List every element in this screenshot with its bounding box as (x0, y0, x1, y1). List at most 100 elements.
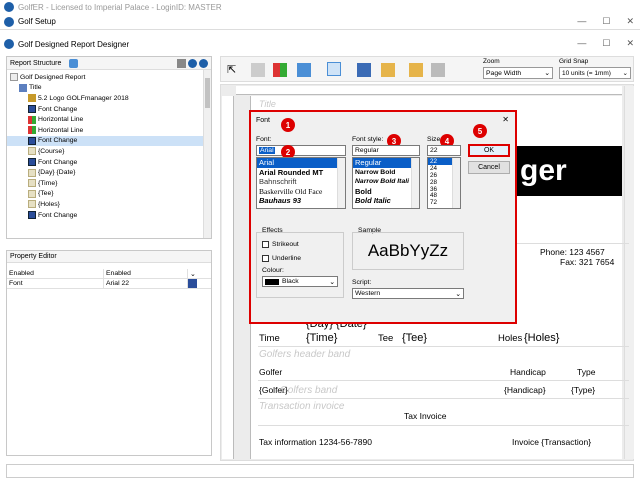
close-button[interactable]: ✕ (626, 16, 634, 27)
tree-item[interactable]: Horizontal Line (7, 125, 211, 136)
time-field: {Time} (306, 332, 338, 344)
property-editor-panel: Property Editor Enabled Enabled ⌄ Font A… (6, 250, 212, 456)
tree-item[interactable]: {Tee} (7, 189, 211, 200)
tree-item[interactable]: Golf Designed Report (7, 72, 211, 83)
style-option[interactable]: Narrow Bold Itali (353, 177, 419, 187)
font-label: Font: (256, 136, 272, 143)
underline-label: Underline (272, 255, 302, 262)
tree-item-label: {Time} (38, 179, 58, 187)
type-field: {Type} (571, 385, 596, 395)
font-option[interactable]: Bauhaus 93 (257, 196, 345, 206)
size-list-scrollbar[interactable] (452, 158, 460, 208)
add-item-icon[interactable] (69, 58, 79, 68)
tree-item[interactable]: Title (7, 83, 211, 94)
strikeout-checkbox[interactable]: Strikeout (262, 241, 299, 248)
minimize-button[interactable]: — (577, 38, 586, 48)
image-icon (28, 94, 36, 103)
font-option[interactable]: Bahnschrift (257, 177, 345, 187)
tree-item-label: Font Change (38, 158, 78, 166)
style-option[interactable]: Bold Italic (353, 196, 419, 206)
style-option[interactable]: Bold (353, 187, 419, 197)
report-icon (10, 73, 18, 82)
font-picker-icon[interactable] (187, 279, 197, 288)
font-change-icon (28, 105, 36, 114)
property-value[interactable]: Arial 22 (103, 279, 187, 288)
tree-item[interactable]: Font Change (7, 210, 211, 221)
search-icon[interactable] (431, 63, 445, 77)
cancel-button[interactable]: Cancel (468, 161, 510, 174)
style-option[interactable]: Regular (353, 158, 419, 168)
tree-item[interactable]: 5.2 Logo GOLFmanager 2018 (7, 93, 211, 104)
property-row-font[interactable]: Font Arial 22 (7, 279, 211, 289)
maximize-button[interactable]: ☐ (602, 16, 610, 27)
size-list[interactable]: 22 24 26 28 36 48 72 (427, 157, 461, 209)
designer-window-title: Golf Designed Report Designer (18, 39, 130, 49)
chevron-down-icon: ⌄ (544, 70, 550, 77)
font-dialog: Font ✕ 1 Font: Arial 2 Arial Arial Round… (249, 110, 517, 324)
minimize-button[interactable]: — (577, 16, 586, 26)
script-label: Script: (352, 279, 372, 286)
save-icon[interactable] (357, 63, 371, 77)
underline-checkbox[interactable]: Underline (262, 255, 301, 262)
colour-swatch (265, 278, 279, 285)
font-option[interactable]: Arial (257, 158, 345, 168)
tree-item-label: {Course} (38, 147, 65, 155)
preview-icon[interactable] (409, 63, 423, 77)
tee-label: Tee (378, 333, 394, 344)
zoom-label: Zoom (483, 58, 500, 65)
font-style-input[interactable]: Regular (352, 145, 420, 156)
style-list-scrollbar[interactable] (411, 158, 419, 208)
line-tool-icon[interactable] (273, 63, 287, 77)
dialog-close-button[interactable]: ✕ (502, 115, 509, 124)
zoom-select[interactable]: Page Width ⌄ (483, 67, 553, 79)
image-tool-icon[interactable] (297, 63, 311, 77)
property-value[interactable]: Enabled (103, 269, 187, 278)
open-folder-icon[interactable] (381, 63, 395, 77)
step-badge: 1 (281, 118, 295, 132)
tree-item-label: {Holes} (38, 200, 60, 208)
tree-item[interactable]: {Day} {Date} (7, 167, 211, 178)
tree-item[interactable]: {Course} (7, 146, 211, 157)
chevron-down-icon[interactable]: ⌄ (187, 269, 197, 278)
checkbox-icon (262, 255, 269, 262)
style-option[interactable]: Narrow Bold (353, 168, 419, 178)
arrow-up-icon[interactable] (188, 58, 197, 68)
divider (258, 425, 629, 426)
tree-item[interactable]: Font Change (7, 135, 211, 147)
ok-button[interactable]: OK (468, 144, 510, 157)
tree-item-label: Horizontal Line (38, 126, 84, 134)
grid-snap-select[interactable]: 10 units (= 1mm) ⌄ (559, 67, 631, 79)
size-input[interactable]: 22 (427, 145, 461, 156)
arrow-down-icon[interactable] (199, 58, 208, 68)
font-list-scrollbar[interactable] (337, 158, 345, 208)
font-option[interactable]: Arial Rounded MT (257, 168, 345, 178)
tree-item[interactable]: Font Change (7, 157, 211, 168)
colour-select[interactable]: Black ⌄ (262, 276, 338, 287)
report-structure-panel: Report Structure Golf Designed Report Tit… (6, 56, 212, 239)
property-row-enabled[interactable]: Enabled Enabled ⌄ (7, 269, 211, 279)
tree-scrollbar[interactable] (203, 70, 211, 238)
canvas-scrollbar[interactable] (624, 86, 634, 459)
logo-block: ger (516, 146, 622, 196)
text-tool-icon[interactable] (251, 63, 265, 77)
wand-icon[interactable] (177, 58, 186, 68)
select-frame-icon[interactable] (327, 62, 341, 76)
tree-item[interactable]: {Time} (7, 178, 211, 189)
tree-item[interactable]: Horizontal Line (7, 114, 211, 125)
pointer-icon[interactable]: ⇱ (227, 63, 236, 76)
tree-item-label: Font Change (38, 105, 78, 113)
font-style-list[interactable]: Regular Narrow Bold Narrow Bold Itali Bo… (352, 157, 420, 209)
font-option[interactable]: Baskerville Old Face (257, 187, 345, 197)
tree-item-label: Golf Designed Report (20, 73, 86, 81)
font-input[interactable]: Arial (256, 145, 346, 156)
field-icon (28, 168, 36, 177)
script-select[interactable]: Western ⌄ (352, 288, 464, 299)
setup-window-titlebar: Golf Setup — ☐ ✕ (0, 14, 640, 30)
tree-item-label: Title (29, 84, 42, 92)
close-button[interactable]: ✕ (626, 38, 634, 49)
maximize-button[interactable]: ☐ (602, 38, 610, 49)
phone-text: Phone: 123 4567 (540, 247, 605, 257)
font-list[interactable]: Arial Arial Rounded MT Bahnschrift Baske… (256, 157, 346, 209)
tree-item[interactable]: {Holes} (7, 199, 211, 210)
tree-item[interactable]: Font Change (7, 104, 211, 115)
